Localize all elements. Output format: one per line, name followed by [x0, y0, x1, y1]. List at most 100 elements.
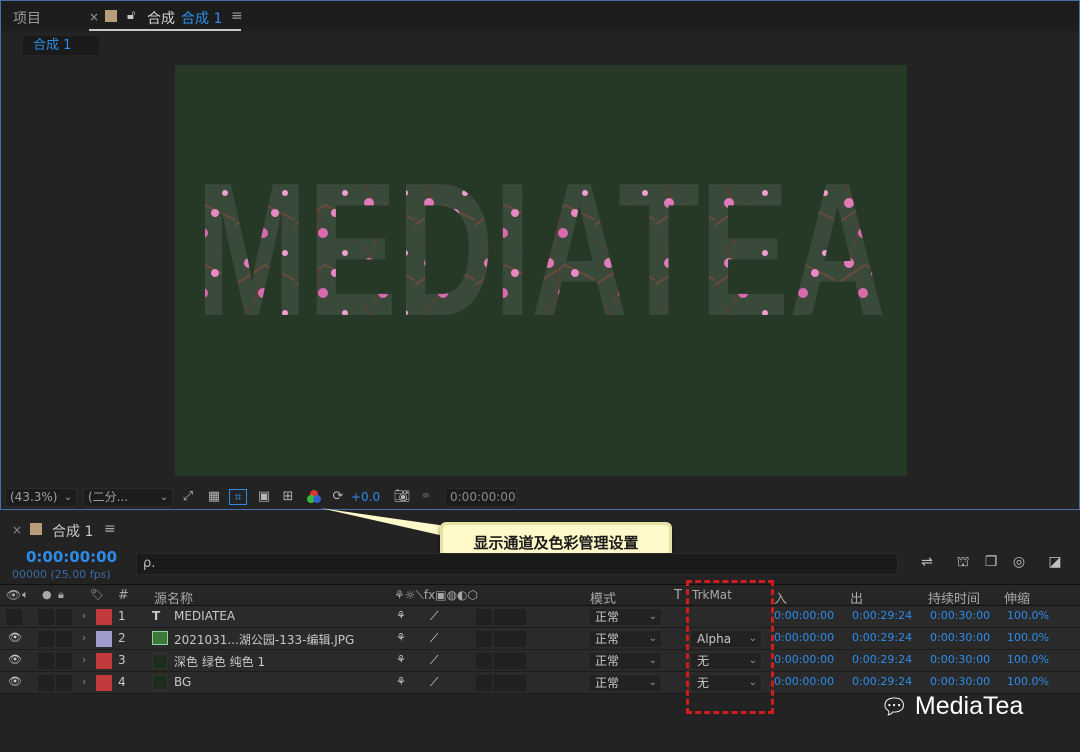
- stretch[interactable]: 100.0%: [1007, 631, 1049, 644]
- column-duration[interactable]: 持续时间: [928, 588, 980, 607]
- duration[interactable]: 0:00:30:00: [930, 609, 990, 622]
- layer-row[interactable]: 👁︎ › 2 2021031...湖公园-133-编辑.JPG ⚘ ⟋ 正常 ⌄ …: [0, 628, 1080, 650]
- draft-3d-icon[interactable]: ⛫: [952, 554, 974, 574]
- visibility-icon[interactable]: 👁︎: [6, 588, 21, 602]
- timeline-search-input[interactable]: ρ.: [136, 553, 898, 575]
- column-mode[interactable]: 模式: [590, 588, 616, 607]
- label-color-swatch[interactable]: [96, 653, 112, 669]
- switch-slot[interactable]: [476, 675, 492, 691]
- label-color-swatch[interactable]: [96, 675, 112, 691]
- switch-slot[interactable]: [494, 609, 510, 625]
- duration[interactable]: 0:00:30:00: [930, 675, 990, 688]
- snapshot-region-icon[interactable]: ⤢: [179, 489, 197, 505]
- lock-toggle[interactable]: [56, 653, 72, 669]
- out-point[interactable]: 0:00:29:24: [852, 609, 912, 622]
- quality-icon[interactable]: ⟋: [430, 631, 438, 646]
- duration[interactable]: 0:00:30:00: [930, 631, 990, 644]
- column-source-name[interactable]: 源名称: [154, 588, 193, 607]
- region-of-interest-icon[interactable]: ▣: [255, 489, 273, 505]
- switch-slot[interactable]: [510, 609, 526, 625]
- switch-slot[interactable]: [476, 631, 492, 647]
- expand-chevron-icon[interactable]: ›: [82, 675, 86, 688]
- timeline-tab-title[interactable]: 合成 1: [52, 521, 93, 541]
- shy-icon[interactable]: ⚘: [396, 675, 406, 688]
- shy-icon[interactable]: ⚘: [396, 631, 406, 644]
- grid-guides-icon[interactable]: ⊞: [279, 489, 297, 505]
- in-point[interactable]: 0:00:00:00: [774, 653, 834, 666]
- menu-icon[interactable]: ≡: [231, 8, 243, 24]
- composition-subtab[interactable]: 合成 1: [23, 36, 99, 55]
- stretch[interactable]: 100.0%: [1007, 675, 1049, 688]
- zoom-dropdown[interactable]: (43.3%) ⌄: [5, 488, 77, 507]
- motion-blur-icon[interactable]: ◎: [1008, 554, 1030, 574]
- out-point[interactable]: 0:00:29:24: [852, 631, 912, 644]
- in-point[interactable]: 0:00:00:00: [774, 675, 834, 688]
- switch-slot[interactable]: [510, 675, 526, 691]
- layer-row[interactable]: 👁︎ › 3 深色 绿色 纯色 1 ⚘ ⟋ 正常 ⌄ 无 ⌄ 0:00:00:00 …: [0, 650, 1080, 672]
- shy-icon[interactable]: ⚘: [396, 609, 406, 622]
- expand-chevron-icon[interactable]: ›: [82, 609, 86, 622]
- lock-icon[interactable]: 🔓︎: [127, 8, 135, 23]
- switch-slot[interactable]: [494, 653, 510, 669]
- switch-slot[interactable]: [510, 653, 526, 669]
- layer-row[interactable]: 👁︎ › 4 BG ⚘ ⟋ 正常 ⌄ 无 ⌄ 0:00:00:00 0:00:29:…: [0, 672, 1080, 694]
- switch-slot[interactable]: [494, 675, 510, 691]
- column-stretch[interactable]: 伸缩: [1004, 588, 1030, 607]
- eye-icon[interactable]: 👁︎: [8, 675, 22, 688]
- solo-toggle[interactable]: [38, 609, 54, 625]
- lock-toggle[interactable]: [56, 675, 72, 691]
- audio-icon[interactable]: 🔈︎: [22, 588, 29, 602]
- tab-project[interactable]: 项目: [13, 8, 41, 28]
- visibility-toggle[interactable]: [6, 609, 22, 625]
- layer-name[interactable]: 2021031...湖公园-133-编辑.JPG: [174, 631, 354, 648]
- mask-path-icon[interactable]: ⌗: [229, 489, 247, 505]
- mode-dropdown[interactable]: 正常 ⌄: [588, 630, 662, 648]
- column-out[interactable]: 出: [850, 588, 863, 607]
- mode-dropdown[interactable]: 正常 ⌄: [588, 652, 662, 670]
- solo-icon[interactable]: ●: [42, 588, 52, 601]
- label-color-swatch[interactable]: [96, 609, 112, 625]
- label-color-swatch[interactable]: [96, 631, 112, 647]
- current-time-display[interactable]: 0:00:00:00: [26, 548, 117, 566]
- lock-toggle[interactable]: [56, 631, 72, 647]
- switch-slot[interactable]: [494, 631, 510, 647]
- lock-toggle[interactable]: [56, 609, 72, 625]
- layer-name[interactable]: MEDIATEA: [174, 609, 235, 623]
- shy-icon[interactable]: ⚘: [396, 653, 406, 666]
- layer-name[interactable]: 深色 绿色 纯色 1: [174, 653, 265, 670]
- quality-icon[interactable]: ⟋: [430, 653, 438, 668]
- mode-dropdown[interactable]: 正常 ⌄: [588, 674, 662, 692]
- switch-slot[interactable]: [476, 609, 492, 625]
- eye-icon[interactable]: 👁︎: [8, 631, 22, 644]
- stretch[interactable]: 100.0%: [1007, 653, 1049, 666]
- solo-toggle[interactable]: [38, 631, 54, 647]
- quality-icon[interactable]: ⟋: [430, 675, 438, 690]
- comp-flowchart-icon[interactable]: ⇌: [916, 554, 938, 574]
- tab-composition-label[interactable]: 合成: [147, 8, 175, 28]
- frame-blending-icon[interactable]: ❐: [980, 554, 1002, 574]
- in-point[interactable]: 0:00:00:00: [774, 631, 834, 644]
- column-in[interactable]: 入: [774, 588, 787, 607]
- switch-slot[interactable]: [476, 653, 492, 669]
- switch-slot[interactable]: [510, 631, 526, 647]
- layer-row[interactable]: › 1 T MEDIATEA ⚘ ⟋ 正常 ⌄ 0:00:00:00 0:00:2…: [0, 606, 1080, 628]
- expand-chevron-icon[interactable]: ›: [82, 631, 86, 644]
- lock-icon[interactable]: 🔒︎: [58, 588, 64, 602]
- label-tag-icon[interactable]: 🏷︎: [90, 588, 104, 601]
- menu-icon[interactable]: ≡: [104, 521, 116, 537]
- layer-name[interactable]: BG: [174, 675, 191, 689]
- composition-canvas[interactable]: MEDIATEA: [175, 65, 907, 476]
- close-icon[interactable]: ×: [89, 10, 99, 24]
- quality-icon[interactable]: ⟋: [430, 609, 438, 624]
- current-time-field[interactable]: 0:00:00:00: [445, 488, 517, 507]
- solo-toggle[interactable]: [38, 675, 54, 691]
- in-point[interactable]: 0:00:00:00: [774, 609, 834, 622]
- transparency-grid-icon[interactable]: ▦: [205, 489, 223, 505]
- out-point[interactable]: 0:00:29:24: [852, 675, 912, 688]
- solo-toggle[interactable]: [38, 653, 54, 669]
- mode-dropdown[interactable]: 正常 ⌄: [588, 608, 662, 626]
- resolution-dropdown[interactable]: (二分... ⌄: [83, 488, 173, 507]
- tab-composition-name[interactable]: 合成 1: [181, 8, 222, 28]
- stretch[interactable]: 100.0%: [1007, 609, 1049, 622]
- close-icon[interactable]: ×: [12, 523, 22, 537]
